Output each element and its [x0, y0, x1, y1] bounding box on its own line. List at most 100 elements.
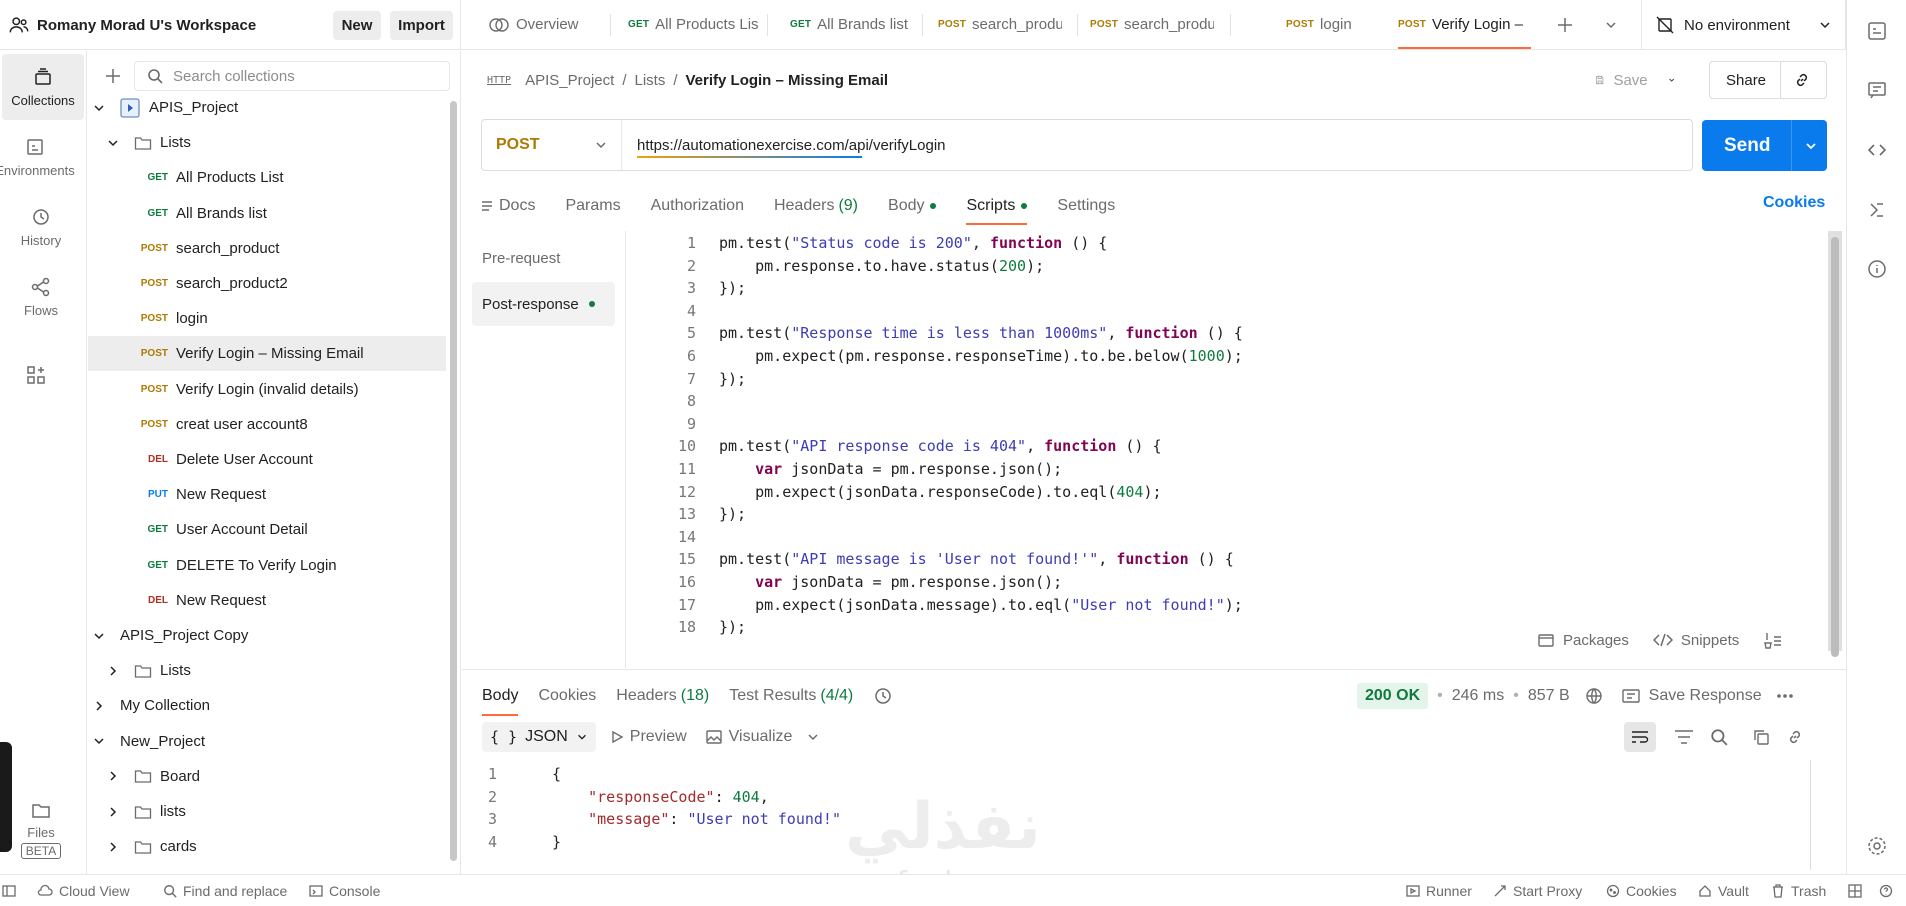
request-item[interactable]: POST Verify Login – Missing Email [88, 336, 446, 372]
tab-search-product2[interactable]: POST search_produ [1074, 0, 1214, 49]
toggle-sidebar-button[interactable] [2, 875, 22, 906]
link-icon[interactable] [1793, 71, 1811, 89]
runner-button[interactable]: Runner [1406, 875, 1472, 906]
tab-overview[interactable]: Overview [472, 0, 602, 49]
tab-test-results[interactable]: Test Results (4/4) [729, 680, 853, 712]
help-button[interactable] [1879, 875, 1899, 906]
chevron-down-icon[interactable] [92, 101, 106, 115]
collection-item[interactable]: My Collection [88, 688, 446, 723]
tab-settings[interactable]: Settings [1057, 189, 1115, 223]
comments-icon[interactable] [1866, 79, 1888, 101]
chevron-down-icon[interactable] [806, 730, 820, 744]
vault-button[interactable]: Vault [1698, 875, 1749, 906]
tab-search-product[interactable]: POST search_produ [922, 0, 1062, 49]
tab-all-brands[interactable]: GET All Brands list [774, 0, 914, 49]
collection-item[interactable]: APIS_Project Copy [88, 618, 446, 653]
preview-button[interactable]: Preview [610, 728, 687, 746]
format-select[interactable]: { } JSON [482, 722, 596, 752]
add-workbench-icon[interactable] [26, 365, 46, 385]
layout-button[interactable] [1848, 875, 1868, 906]
request-item[interactable]: GET All Brands list [88, 196, 446, 231]
rail-collections[interactable]: Collections [2, 54, 84, 120]
search-input[interactable] [173, 67, 443, 85]
script-pre-request[interactable]: Pre-request [472, 236, 615, 280]
breadcrumb-folder[interactable]: Lists [634, 72, 665, 89]
tab-docs[interactable]: Docs [480, 189, 535, 223]
wrap-lines-button[interactable] [1624, 722, 1656, 752]
request-item[interactable]: POST search_product [88, 231, 446, 266]
request-item[interactable]: POST login [88, 301, 446, 336]
chevron-down-icon[interactable] [1604, 18, 1618, 32]
trash-button[interactable]: Trash [1771, 875, 1826, 906]
snippets-button[interactable]: Snippets [1652, 632, 1739, 649]
breadcrumb-collection[interactable]: APIS_Project [525, 72, 614, 89]
rail-flows[interactable]: Flows [0, 264, 82, 330]
editor-scrollbar[interactable] [1828, 231, 1842, 657]
request-item[interactable]: PUT New Request [88, 477, 446, 512]
chevron-down-icon[interactable] [1804, 139, 1818, 153]
chevron-right-icon[interactable] [106, 805, 120, 819]
folder-item[interactable]: Board [88, 759, 446, 794]
tab-authorization[interactable]: Authorization [651, 189, 744, 223]
chevron-down-icon[interactable] [92, 629, 106, 643]
chevron-right-icon[interactable] [106, 664, 120, 678]
more-icon[interactable] [1776, 693, 1794, 699]
request-item[interactable]: GET User Account Detail [88, 512, 446, 547]
rail-environments[interactable]: Environments [0, 124, 76, 190]
request-item[interactable]: DEL New Request [88, 583, 446, 618]
code-icon[interactable] [1866, 139, 1888, 161]
collection-item[interactable]: APIS_Project [88, 90, 446, 125]
environment-selector[interactable]: No environment [1641, 0, 1846, 50]
rail-files[interactable]: Files BETA [0, 785, 82, 875]
search-collections[interactable] [134, 61, 450, 91]
chevron-down-icon[interactable] [92, 734, 106, 748]
scroll-thumb[interactable] [1831, 237, 1839, 657]
status-badge[interactable]: 200 OK [1357, 683, 1429, 709]
filter-icon[interactable] [1674, 729, 1694, 745]
folder-item[interactable]: Lists [88, 125, 446, 160]
import-button[interactable]: Import [390, 11, 453, 40]
settings-icon[interactable] [1866, 835, 1888, 857]
new-button[interactable]: New [333, 11, 381, 40]
link-icon[interactable] [1786, 728, 1804, 746]
workspace-name[interactable]: Romany Morad U's Workspace [37, 17, 256, 34]
tab-login[interactable]: POST login [1270, 0, 1390, 49]
visualize-button[interactable]: Visualize [705, 728, 827, 746]
tab-response-cookies[interactable]: Cookies [538, 680, 596, 712]
plus-icon[interactable] [104, 67, 122, 85]
find-replace-button[interactable]: Find and replace [163, 875, 287, 906]
request-item[interactable]: GET All Products List [88, 160, 446, 195]
search-icon[interactable] [1710, 728, 1728, 746]
script-post-response[interactable]: Post-response [472, 282, 615, 326]
info-icon[interactable] [1866, 258, 1888, 280]
script-editor[interactable]: 1 pm.test("Status code is 200", function … [625, 231, 1831, 668]
tab-headers[interactable]: Headers (9) [774, 189, 858, 223]
tab-response-body[interactable]: Body [482, 680, 519, 716]
chevron-down-icon[interactable] [1668, 73, 1675, 87]
save-button[interactable]: Save [1595, 62, 1675, 98]
plus-icon[interactable] [1556, 16, 1574, 34]
rail-history[interactable]: History [0, 194, 82, 260]
tab-params[interactable]: Params [565, 189, 620, 223]
chevron-right-icon[interactable] [106, 769, 120, 783]
tab-body[interactable]: Body [888, 189, 937, 223]
save-response-button[interactable]: Save Response [1649, 687, 1762, 705]
send-button[interactable]: Send [1702, 120, 1827, 171]
request-item[interactable]: DEL Delete User Account [88, 442, 446, 477]
request-name[interactable]: Verify Login – Missing Email [686, 72, 889, 89]
request-item[interactable]: POST creat user account8 [88, 407, 446, 442]
chevron-right-icon[interactable] [92, 699, 106, 713]
folder-item[interactable]: cards [88, 829, 446, 864]
response-size[interactable]: 857 B [1528, 687, 1570, 705]
start-proxy-button[interactable]: Start Proxy [1493, 875, 1582, 906]
method-select[interactable]: POST [482, 120, 622, 170]
tab-all-products[interactable]: GET All Products Lis [612, 0, 760, 49]
cookies-link[interactable]: Cookies [1763, 194, 1825, 212]
url-input[interactable]: https://automationexercise.com/api/verif… [637, 137, 946, 158]
copy-icon[interactable] [1752, 728, 1770, 746]
beautify-icon[interactable] [1763, 631, 1783, 649]
tab-verify-login[interactable]: POST Verify Login – [1398, 0, 1538, 49]
folder-item[interactable]: lists [88, 794, 446, 829]
chevron-down-icon[interactable] [106, 136, 120, 150]
request-item[interactable]: POST Verify Login (invalid details) [88, 372, 446, 407]
